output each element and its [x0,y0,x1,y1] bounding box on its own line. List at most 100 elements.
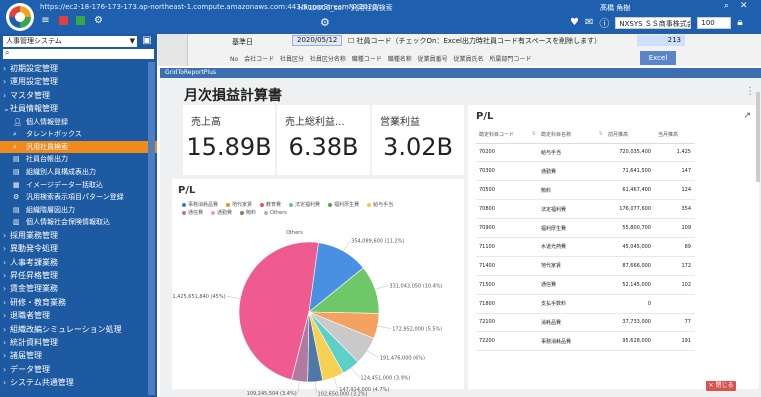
table-header-cell[interactable]: 勘定科目コード ⇅ [476,127,538,144]
menu-item[interactable]: 組織改編シミュレーション処理 [0,323,157,337]
submenu-item[interactable]: ▤ 組織別人員構成表出力 [0,166,157,179]
slice-data-label: 191,476,000 (6%) [380,356,425,362]
submenu-item[interactable]: ⚙ 汎用検索表示項目パターン登録 [0,191,157,204]
kpi-value: 15.89B [186,133,272,161]
sidebar-scrollbar[interactable] [148,62,155,395]
menu-search-input[interactable]: ⌕ [3,48,154,59]
menu-item[interactable]: 人事考課業務 [0,256,157,270]
table-header-cell[interactable]: 当月推高 [655,127,695,144]
table-row[interactable]: 71500 通信費 52,145,000 102 [476,275,695,295]
logo-icon[interactable] [6,3,34,31]
sort-icon[interactable]: ⇅ [599,131,603,137]
employee-code-checkbox[interactable]: ☐ 社員コード（チェックOn：Excel出力時社員コード有スペースを削除します） [348,36,601,46]
more-options-icon[interactable]: ⋮ [745,86,755,97]
submenu-label: タレントボックス [26,130,82,139]
menu-item[interactable]: システム共通管理 [0,376,157,390]
submenu-item[interactable]: ▥ 個人情報社会保険情報取込 [0,216,157,229]
lock-icon[interactable]: 🔒︎ [737,17,742,28]
help-icon[interactable] [76,16,85,25]
menu-item[interactable]: 運用設定管理 [0,75,157,89]
submenu-item[interactable]: ▦ イメージデーター括取込 [0,179,157,192]
submenu-item[interactable]: ▤ 社員台帳出力 [0,153,157,166]
submenu-item[interactable]: ⌕ タレントボックス [0,128,157,141]
person-icon: 👤︎ [13,117,22,126]
table-row[interactable]: 70300 通勤費 71,641,500 147 [476,161,695,182]
table-cell: 福利厚生費 [538,218,605,238]
minimize-icon[interactable]: ⌕ [724,1,729,11]
table-cell: 通勤費 [538,161,605,182]
table-row[interactable]: 71100 水道光熱費 45,045,000 89 [476,237,695,257]
info-icon[interactable]: ⓘ [599,15,609,30]
close-label: 閉じる [715,382,734,389]
import-icon: ▥ [13,218,20,227]
table-title: P/L [476,111,494,122]
table-cell: 賄料 [538,180,605,201]
submenu-item-active[interactable]: ⌕ 汎用社員検索 [0,140,157,154]
table-row[interactable]: 72200 事務消耗品費 95,628,000 191 [476,331,695,352]
lock-icon[interactable]: ▣ [140,35,154,47]
menu-item[interactable]: データ管理 [0,363,157,377]
settings-icon[interactable]: ⚙ [320,16,330,29]
search-icon: ⌕ [13,130,17,139]
table-row[interactable]: 71400 地代家賃 87,666,000 172 [476,256,695,276]
kpi-label: 売上総利益... [285,117,345,128]
submenu-label: 個人情報社会保険情報取込 [26,218,110,227]
table-cell: 70200 [476,143,538,163]
expand-icon[interactable]: ↗ [743,111,751,121]
gear-icon[interactable]: ⚙ [93,15,104,26]
table-header-row: 勘定科目コード ⇅ 勘定科目名称 ⇅ 前月推高 当月推高 [476,127,695,144]
menu-icon[interactable]: ≡ [40,15,51,26]
close-button[interactable]: ✕ 閉じる [706,381,736,391]
submenu-label: 組織階層図出力 [26,205,75,214]
menu-item[interactable]: 昇任昇格管理 [0,269,157,283]
company-select[interactable]: NXSYS ＳＳ商事株式会社 [615,16,692,29]
table-row[interactable]: 70500 賄料 61,467,400 124 [476,180,695,201]
base-date-input[interactable]: 2020/05/12 [292,35,342,46]
system-select[interactable]: 人事管理システム ▼ [3,36,137,47]
table-cell: 176,077,600 [605,199,655,220]
table-cell: 77 [655,313,695,333]
image-icon: ▦ [13,180,20,189]
flag-icon[interactable] [59,16,68,25]
submenu-item[interactable]: ▤ 組織階層図出力 [0,204,157,217]
record-count: 213 [637,35,685,46]
zoom-select[interactable]: 100 [697,16,732,29]
slice-data-label: 102,650,000 (3.2%) [318,392,368,397]
menu-item[interactable]: 諸届管理 [0,349,157,363]
excel-button[interactable]: Excel [640,51,676,65]
menu-item[interactable]: 賃金管理業務 [0,282,157,296]
close-icon[interactable]: ✕ [740,1,748,11]
menu-item[interactable]: 社員情報管理 [0,102,157,116]
table-cell: 地代家賃 [538,256,605,276]
submenu-item[interactable]: 👤︎ 個人情報登録 [0,116,157,129]
table-cell: 71500 [476,275,538,295]
table-cell: 55,800,700 [605,218,655,238]
user-name: 髙橋 角樹 [600,4,631,12]
heart-icon[interactable]: ♥ [570,17,579,28]
menu-item[interactable]: 研修・教育業務 [0,296,157,310]
table-row[interactable]: 71800 支払手数料 0 [476,294,695,314]
table-header-cell[interactable]: 勘定科目名称 ⇅ [538,127,605,144]
menu-item[interactable]: 統計資料管理 [0,336,157,350]
menu-item[interactable]: マスタ管理 [0,89,157,103]
mail-icon[interactable]: ✉ [585,17,593,28]
table-cell: 70800 [476,199,538,220]
menu-item[interactable]: 退職者管理 [0,309,157,323]
table-cell: 70300 [476,161,538,182]
table-row[interactable]: 70800 法定福利費 176,077,600 354 [476,199,695,220]
table-cell: 191 [655,331,695,352]
table-cell: 消耗品費 [538,313,605,333]
table-row[interactable]: 72100 消耗品費 37,733,000 77 [476,313,695,333]
menu-item[interactable]: 初期設定管理 [0,62,157,76]
table-row[interactable]: 70900 福利厚生費 55,800,700 109 [476,218,695,238]
table-header-cell[interactable]: 前月推高 [605,127,655,144]
kpi-card-operating-profit: 営業利益 3.02B [372,105,464,175]
menu-item[interactable]: 異動発令処理 [0,242,157,256]
submenu-label: 社員台帳出力 [26,155,68,164]
table-cell: 1,425 [655,143,695,163]
table-scrollbar[interactable] [756,92,760,182]
table-cell: 87,666,000 [605,256,655,276]
menu-item[interactable]: 採用業務管理 [0,229,157,243]
sort-icon[interactable]: ⇅ [532,131,536,137]
table-row[interactable]: 70200 給与手当 720,035,400 1,425 [476,143,695,163]
